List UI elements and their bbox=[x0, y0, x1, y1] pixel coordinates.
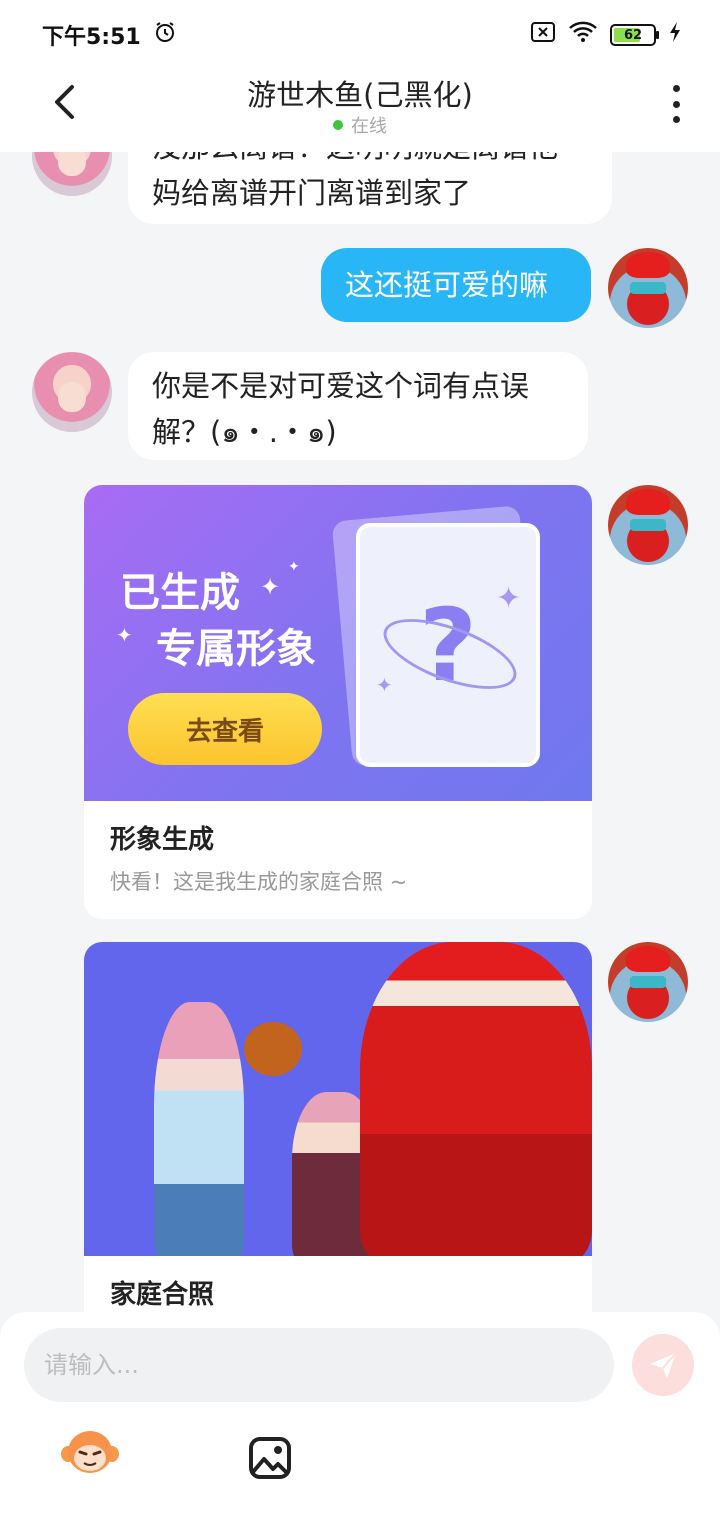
card-info: 家庭合照 bbox=[84, 1256, 592, 1312]
message-text: 解？(๑・.・๑) bbox=[152, 415, 337, 449]
message-text: 妈给离谱开门离谱到家了 bbox=[152, 176, 472, 210]
card-title: 家庭合照 bbox=[110, 1280, 215, 1310]
online-status-label: 在线 bbox=[351, 116, 387, 137]
battery-icon: 62 bbox=[610, 24, 659, 46]
more-dot-icon bbox=[672, 100, 680, 108]
my-avatar[interactable] bbox=[608, 485, 688, 565]
online-status: 在线 bbox=[0, 112, 720, 138]
character-figure bbox=[360, 942, 592, 1256]
card-description: 快看！这是我生成的家庭合照 ~ bbox=[110, 870, 408, 894]
card-info: 形象生成 快看！这是我生成的家庭合照 ~ bbox=[84, 801, 592, 919]
wifi-icon bbox=[568, 21, 598, 49]
banner-line-2: 专属形象 bbox=[156, 626, 316, 672]
message-bubble-outgoing[interactable]: 这还挺可爱的嘛 bbox=[321, 248, 591, 322]
chat-messages[interactable]: 没那么离谱！这明明就是离谱他 妈给离谱开门离谱到家了 这还挺可爱的嘛 你是不是对… bbox=[0, 152, 720, 1312]
view-button[interactable]: 去查看 bbox=[128, 693, 322, 765]
battery-level: 62 bbox=[623, 27, 643, 43]
avatar-mascot-button[interactable] bbox=[60, 1428, 120, 1480]
sparkle-icon: ✦ bbox=[376, 673, 393, 697]
more-dot-icon bbox=[672, 85, 680, 92]
input-panel bbox=[0, 1312, 720, 1520]
banner-title: 已生成 专属形象 bbox=[120, 565, 316, 677]
mystery-card: ? bbox=[356, 523, 540, 767]
my-avatar[interactable] bbox=[608, 942, 688, 1022]
send-icon bbox=[650, 1352, 677, 1378]
my-avatar[interactable] bbox=[608, 248, 688, 328]
banner-line-1: 已生成 bbox=[120, 570, 240, 616]
more-dot-icon bbox=[672, 116, 680, 123]
contact-avatar[interactable] bbox=[32, 152, 112, 196]
message-input[interactable] bbox=[24, 1328, 614, 1402]
sim-off-icon bbox=[530, 21, 556, 49]
message-text: 没那么离谱！这明明就是离谱他 bbox=[152, 152, 588, 170]
card-title: 形象生成 bbox=[110, 825, 215, 855]
message-bubble-incoming[interactable]: 你是不是对可爱这个词有点误 解？(๑・.・๑) bbox=[128, 352, 588, 460]
sparkle-icon: ✦ bbox=[288, 559, 300, 575]
online-dot-icon bbox=[333, 120, 343, 130]
message-text: 这还挺可爱的嘛 bbox=[345, 268, 549, 302]
sparkle-icon: ✦ bbox=[496, 581, 522, 616]
message-bubble-incoming[interactable]: 没那么离谱！这明明就是离谱他 妈给离谱开门离谱到家了 bbox=[128, 152, 612, 224]
status-bar: 下午5:51 62 bbox=[0, 0, 720, 70]
chat-header: 游世木鱼(己黑化) 在线 bbox=[0, 70, 720, 152]
image-picker-button[interactable] bbox=[248, 1436, 292, 1484]
message-text: 你是不是对可爱这个词有点误 bbox=[152, 369, 530, 403]
family-photo-image bbox=[84, 942, 592, 1256]
character-figure bbox=[154, 1002, 244, 1256]
chat-title: 游世木鱼(己黑化) bbox=[247, 78, 473, 112]
card-banner: 已生成 专属形象 ✦ ✦ ✦ 去查看 ? ✦ ✦ bbox=[84, 485, 592, 801]
pumpkin-icon bbox=[244, 1022, 302, 1076]
sparkle-icon: ✦ bbox=[260, 573, 281, 601]
image-icon bbox=[249, 1437, 291, 1479]
more-options-button[interactable] bbox=[666, 82, 686, 126]
avatar-generated-card[interactable]: 已生成 专属形象 ✦ ✦ ✦ 去查看 ? ✦ ✦ 形象生成 快看！这是我生成的家… bbox=[84, 485, 592, 919]
sparkle-icon: ✦ bbox=[116, 623, 133, 647]
send-button[interactable] bbox=[632, 1334, 694, 1396]
status-time: 下午5:51 bbox=[42, 25, 141, 50]
contact-avatar[interactable] bbox=[32, 352, 112, 432]
monkey-mascot-icon bbox=[61, 1431, 119, 1473]
alarm-icon bbox=[153, 20, 177, 50]
charging-icon bbox=[668, 21, 682, 49]
family-photo-card[interactable]: 家庭合照 bbox=[84, 942, 592, 1312]
